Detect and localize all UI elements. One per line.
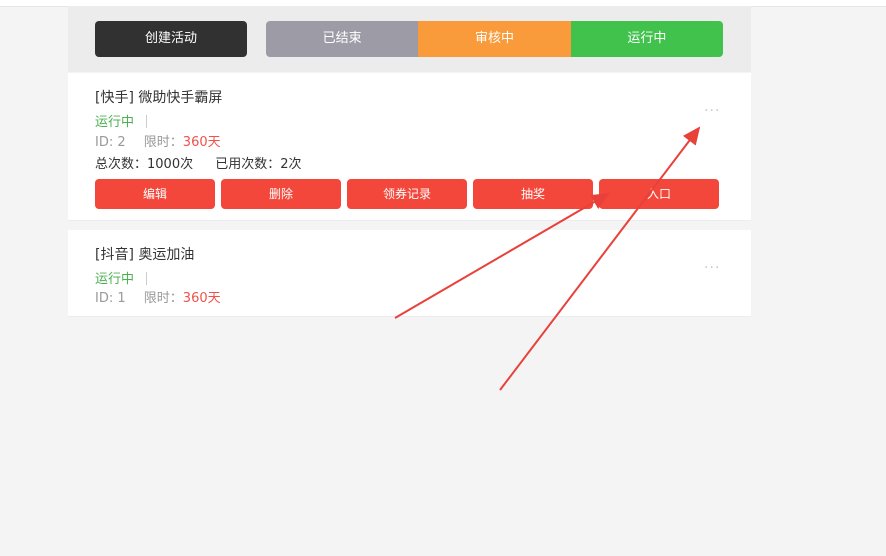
more-options-icon[interactable]: ··· [704, 260, 720, 276]
usage-counts: 总次数：1000次 已用次数：2次 [95, 153, 302, 172]
activity-title: [抖音] 奥运加油 [95, 247, 195, 263]
used-count: 已用次数：2次 [215, 157, 302, 172]
activity-id-line: ID: 1 限时：360天 [95, 287, 221, 306]
status-text: 运行中 [95, 272, 135, 287]
activity-card: [抖音] 奥运加油 运行中 ID: 1 限时：360天 ··· [68, 230, 751, 317]
tab-running[interactable]: 运行中 [570, 21, 723, 57]
tab-under-review[interactable]: 审核中 [418, 21, 571, 57]
activity-status: 运行中 [95, 111, 148, 130]
lottery-button[interactable]: 抽奖 [473, 179, 593, 209]
activity-status: 运行中 [95, 268, 148, 287]
time-limit-value: 360天 [182, 291, 221, 306]
total-count: 总次数：1000次 [95, 157, 194, 172]
time-limit-value: 360天 [182, 135, 221, 150]
time-limit-label: 限时： [143, 135, 183, 150]
status-divider [146, 272, 148, 285]
more-options-icon[interactable]: ··· [704, 103, 720, 119]
entrance-button[interactable]: 入口 [599, 179, 719, 209]
activity-id: ID: 2 [95, 135, 126, 150]
activity-id-line: ID: 2 限时：360天 [95, 131, 221, 150]
edit-button[interactable]: 编辑 [95, 179, 215, 209]
tab-ended[interactable]: 已结束 [266, 21, 419, 57]
coupon-records-button[interactable]: 领券记录 [347, 179, 467, 209]
activity-panel: 创建活动 已结束 审核中 运行中 [快手] 微助快手霸屏 运行中 ID: 2 限… [68, 6, 751, 317]
status-tabs: 已结束 审核中 运行中 [266, 21, 723, 57]
page: 创建活动 已结束 审核中 运行中 [快手] 微助快手霸屏 运行中 ID: 2 限… [0, 0, 886, 556]
activity-id: ID: 1 [95, 291, 126, 306]
activity-title: [快手] 微助快手霸屏 [95, 90, 223, 106]
create-activity-button[interactable]: 创建活动 [95, 21, 247, 57]
status-text: 运行中 [95, 115, 135, 130]
delete-button[interactable]: 删除 [221, 179, 341, 209]
status-divider [146, 115, 148, 128]
toolbar: 创建活动 已结束 审核中 运行中 [68, 6, 751, 72]
time-limit-label: 限时： [143, 291, 183, 306]
action-buttons: 编辑 删除 领券记录 抽奖 入口 [95, 179, 719, 209]
activity-card: [快手] 微助快手霸屏 运行中 ID: 2 限时：360天 总次数：1000次 … [68, 73, 751, 221]
